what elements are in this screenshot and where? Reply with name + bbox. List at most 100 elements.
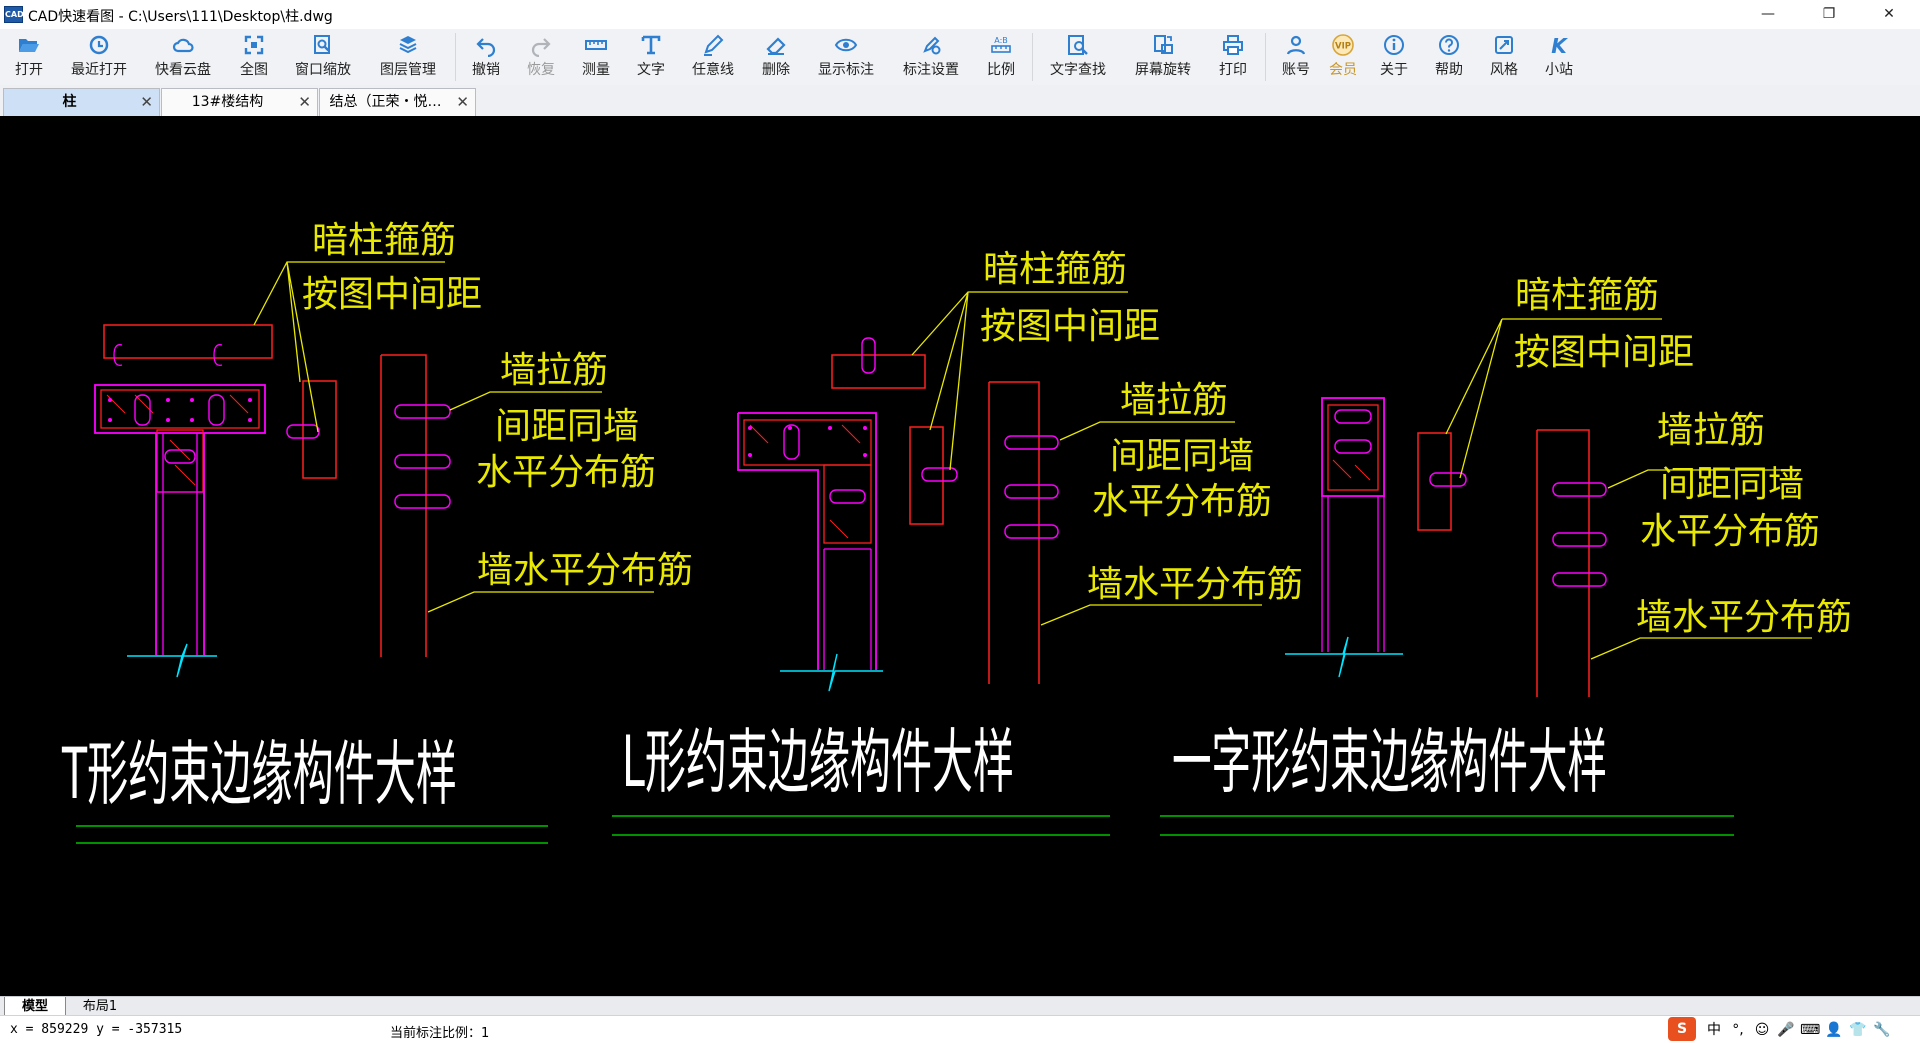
text-button[interactable]: 文字: [629, 33, 673, 81]
ime-logo-icon[interactable]: S: [1668, 1017, 1696, 1041]
undo-label: 撤销: [472, 62, 500, 78]
wall-ties: [1552, 482, 1607, 587]
show-annotation-label: 显示标注: [818, 62, 874, 78]
scale-button[interactable]: A:B 比例: [979, 33, 1023, 81]
print-label: 打印: [1219, 62, 1247, 78]
zoom-window-label: 窗口缩放: [295, 62, 351, 78]
t-web-rebar-inner: [162, 433, 198, 655]
annotation-settings-button[interactable]: 标注设置: [895, 33, 967, 81]
stirrup-detail: [1417, 432, 1452, 531]
toolbar-divider: [1265, 33, 1266, 81]
rotate-screen-button[interactable]: 屏幕旋转: [1127, 33, 1199, 81]
hatch: [1332, 459, 1371, 481]
straight-web-rebar: [1321, 496, 1385, 652]
l-web-concrete: [823, 464, 872, 544]
scale-label: 比例: [987, 62, 1015, 78]
rotate-screen-label: 屏幕旋转: [1135, 62, 1191, 78]
zoom-window-button[interactable]: 窗口缩放: [287, 33, 359, 81]
undo-button[interactable]: 撤销: [464, 33, 508, 81]
label-hidden-column-stirrup: 暗柱箍筋: [983, 249, 1127, 290]
folder-open-icon: [19, 39, 39, 52]
svg-text:K: K: [1551, 34, 1568, 57]
leader-wall-horizontal: [1040, 604, 1262, 626]
fullscreen-icon: [244, 35, 264, 55]
title-underline: [76, 825, 548, 844]
title-bar: CAD CAD快速看图 - C:\Users\111\Desktop\柱.dwg…: [0, 0, 1920, 29]
tab-column[interactable]: 柱 ✕: [3, 88, 160, 116]
detail-title: T形约束边缘构件大样: [61, 733, 457, 815]
delete-label: 删除: [762, 62, 790, 78]
drawing-canvas[interactable]: 暗柱箍筋 按图中间距 墙拉筋 间距同墙 水平分布筋 墙水平分布筋 T形约束边缘构…: [0, 116, 1920, 996]
tab-layout1[interactable]: 布局1: [70, 997, 130, 1016]
full-view-label: 全图: [240, 62, 268, 78]
cloud-button[interactable]: 快看云盘: [147, 33, 219, 81]
tie-hook: [213, 344, 223, 366]
microphone-icon[interactable]: 🎤: [1776, 1020, 1796, 1040]
full-view-button[interactable]: 全图: [232, 33, 276, 81]
label-spacing-same: 间距同墙: [1660, 464, 1804, 505]
zoom-window-icon: [314, 35, 330, 54]
settings-pen-icon: [923, 36, 941, 55]
recent-label: 最近打开: [71, 62, 127, 78]
wall-ties: [394, 404, 451, 509]
cloud-label: 快看云盘: [155, 62, 211, 78]
tools-icon[interactable]: 🔧: [1872, 1020, 1892, 1040]
t-web-concrete: [156, 429, 204, 493]
close-button[interactable]: ✕: [1866, 0, 1912, 29]
recent-button[interactable]: 最近打开: [63, 33, 135, 81]
open-button[interactable]: 打开: [5, 33, 53, 81]
help-button[interactable]: 帮助: [1427, 33, 1471, 81]
flange-section: [103, 324, 273, 359]
rotate-screen-icon: [1154, 35, 1173, 54]
account-button[interactable]: 账号: [1274, 33, 1318, 81]
style-button[interactable]: 风格: [1482, 33, 1526, 81]
skin-icon[interactable]: 👕: [1848, 1020, 1868, 1040]
label-hidden-column-stirrup: 暗柱箍筋: [312, 220, 456, 261]
cloud-icon: [172, 38, 194, 53]
straight-stirrup: [1321, 397, 1385, 497]
find-text-button[interactable]: 文字查找: [1042, 33, 1114, 81]
cursor-coordinates: x = 859229 y = -357315: [10, 1022, 183, 1037]
ime-chinese-icon[interactable]: 中: [1704, 1020, 1724, 1040]
redo-button[interactable]: 恢复: [519, 33, 563, 81]
annotation-scale: 当前标注比例：1: [390, 1026, 490, 1041]
text-t-icon: [641, 35, 661, 55]
tab-close-icon[interactable]: ✕: [140, 89, 153, 116]
restore-button[interactable]: ❐: [1806, 0, 1852, 29]
measure-button[interactable]: 测量: [574, 33, 618, 81]
tab-building13[interactable]: 13#楼结构 ✕: [161, 88, 318, 116]
delete-button[interactable]: 删除: [754, 33, 798, 81]
detail-title: 一字形约束边缘构件大样: [1172, 721, 1607, 803]
layout-tab-bar: 模型 布局1: [0, 996, 1920, 1017]
vip-button[interactable]: VIP 会员: [1321, 33, 1365, 81]
tab-label: 柱: [62, 94, 77, 110]
cad-drawing[interactable]: 暗柱箍筋 按图中间距 墙拉筋 间距同墙 水平分布筋 墙水平分布筋 T形约束边缘构…: [0, 116, 1920, 996]
info-icon: [1384, 35, 1404, 55]
tab-label: 13#楼结构: [191, 94, 264, 110]
tab-close-icon[interactable]: ✕: [298, 89, 311, 116]
emoji-icon[interactable]: ☺: [1752, 1020, 1772, 1040]
open-label: 打开: [15, 62, 43, 78]
keyboard-icon[interactable]: ⌨: [1800, 1020, 1820, 1040]
about-button[interactable]: 关于: [1372, 33, 1416, 81]
label-wall-tie: 墙拉筋: [1657, 410, 1765, 451]
eye-icon: [834, 38, 858, 52]
user-tray-icon[interactable]: 👤: [1824, 1020, 1844, 1040]
tab-model[interactable]: 模型: [4, 997, 66, 1017]
tab-general-notes[interactable]: 结总（正荣・悦… ✕: [319, 88, 476, 116]
rebar-loops: [134, 394, 225, 464]
minimize-button[interactable]: —: [1745, 0, 1791, 29]
site-button[interactable]: K 小站: [1537, 33, 1581, 81]
toolbar-divider: [455, 33, 456, 81]
layer-manager-button[interactable]: 图层管理: [372, 33, 444, 81]
undo-icon: [476, 38, 496, 57]
freeline-button[interactable]: 任意线: [684, 33, 742, 81]
break-line: [780, 653, 883, 692]
ime-punct-icon[interactable]: °,: [1728, 1020, 1748, 1040]
show-annotation-button[interactable]: 显示标注: [810, 33, 882, 81]
label-horizontal-bar: 水平分布筋: [476, 452, 656, 493]
tab-close-icon[interactable]: ✕: [456, 89, 469, 116]
print-button[interactable]: 打印: [1211, 33, 1255, 81]
find-text-icon: [1068, 35, 1088, 55]
tab-label: 结总（正荣・悦…: [329, 94, 442, 110]
